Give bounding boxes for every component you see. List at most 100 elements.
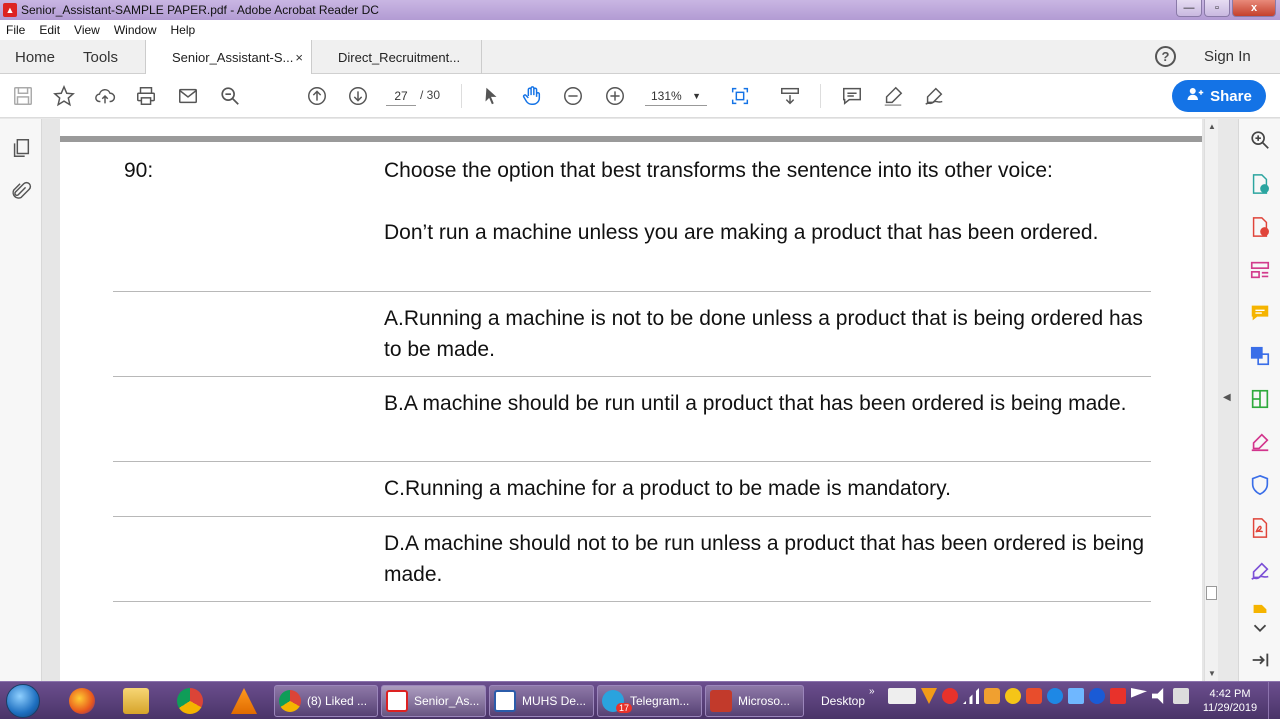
- toolbar-divider: [461, 84, 462, 108]
- vlc-icon[interactable]: [220, 685, 268, 717]
- tray-app-icon[interactable]: [1047, 688, 1063, 704]
- attachment-paperclip-icon[interactable]: [10, 181, 32, 203]
- divider-line: [113, 461, 1151, 462]
- windows-taskbar: (8) Liked ... Senior_As... MUHS De... Te…: [0, 681, 1280, 719]
- print-icon[interactable]: [134, 84, 158, 108]
- more-tools-icon[interactable]: [1249, 603, 1271, 613]
- comment-icon[interactable]: [840, 84, 864, 108]
- chrome-icon[interactable]: [166, 685, 214, 717]
- fill-sign-icon[interactable]: [1249, 431, 1271, 453]
- page-thumbnails-icon[interactable]: [10, 137, 32, 159]
- page-number-input[interactable]: 27: [386, 86, 416, 106]
- tab-home[interactable]: Home: [15, 40, 55, 74]
- system-clock[interactable]: 4:42 PM 11/29/2019: [1200, 687, 1260, 715]
- toolbar-divider: [820, 84, 821, 108]
- next-page-icon[interactable]: [346, 84, 370, 108]
- firefox-icon[interactable]: [58, 685, 106, 717]
- taskbar-microsoft[interactable]: Microso...: [705, 685, 804, 717]
- chevron-down-icon[interactable]: [1249, 617, 1271, 639]
- email-icon[interactable]: [176, 84, 200, 108]
- menu-view[interactable]: View: [74, 23, 100, 37]
- highlight-pen-icon[interactable]: [881, 84, 905, 108]
- scroll-down-icon[interactable]: ▼: [1208, 669, 1216, 678]
- upload-cloud-icon[interactable]: [93, 84, 117, 108]
- sign-in-link[interactable]: Sign In: [1204, 48, 1251, 65]
- zoom-in-icon[interactable]: [603, 84, 627, 108]
- menu-window[interactable]: Window: [114, 23, 157, 37]
- power-icon[interactable]: [1173, 688, 1189, 704]
- network-signal-icon[interactable]: [963, 688, 979, 704]
- antivirus-icon[interactable]: [942, 688, 958, 704]
- scrollbar-thumb[interactable]: [1206, 586, 1217, 600]
- zoom-search-icon[interactable]: [1249, 129, 1271, 151]
- chevron-down-icon: ▼: [692, 91, 701, 101]
- organize-pages-icon[interactable]: [1249, 259, 1271, 281]
- minimize-button[interactable]: —: [1176, 0, 1202, 17]
- menu-file[interactable]: File: [6, 23, 25, 37]
- pen-input-icon[interactable]: [888, 688, 916, 704]
- taskbar-word-label: MUHS De...: [522, 694, 587, 708]
- tray-app-icon[interactable]: [1068, 688, 1084, 704]
- taskbar-word[interactable]: MUHS De...: [489, 685, 594, 717]
- comment-tool-icon[interactable]: [1249, 302, 1271, 324]
- collapse-tools-icon[interactable]: [1249, 649, 1271, 671]
- tray-app-icon[interactable]: [1005, 688, 1021, 704]
- zoom-out-icon[interactable]: [561, 84, 585, 108]
- volume-icon[interactable]: [1152, 688, 1164, 704]
- menu-edit[interactable]: Edit: [39, 23, 60, 37]
- left-navigation-pane: [0, 119, 42, 681]
- tab-document-label: Senior_Assistant-S...: [172, 49, 294, 65]
- tray-app-icon[interactable]: [921, 688, 937, 704]
- fit-page-icon[interactable]: [728, 84, 752, 108]
- toolbar: 27 / 30 131% ▼ Share: [0, 74, 1280, 118]
- taskbar-chrome[interactable]: (8) Liked ...: [274, 685, 378, 717]
- pdf-file-icon[interactable]: [1249, 517, 1271, 539]
- select-cursor-icon[interactable]: [479, 84, 503, 108]
- zoom-level-select[interactable]: 131% ▼: [645, 86, 707, 106]
- combine-files-icon[interactable]: [1249, 345, 1271, 367]
- scroll-up-icon[interactable]: ▲: [1208, 122, 1216, 131]
- search-icon[interactable]: [218, 84, 242, 108]
- previous-page-icon[interactable]: [305, 84, 329, 108]
- share-button[interactable]: Share: [1172, 80, 1266, 112]
- show-desktop-button[interactable]: [1268, 682, 1280, 719]
- tab-document-2[interactable]: Direct_Recruitment...: [312, 40, 482, 74]
- tab-document-active[interactable]: Senior_Assistant-S... ×: [145, 40, 312, 74]
- tray-app-icon[interactable]: [984, 688, 1000, 704]
- save-icon[interactable]: [11, 84, 35, 108]
- tab-tools[interactable]: Tools: [83, 40, 118, 74]
- page-total: / 30: [420, 88, 441, 102]
- taskbar-telegram[interactable]: Telegram... 17: [597, 685, 702, 717]
- clock-date: 11/29/2019: [1202, 702, 1258, 714]
- bookmark-star-icon[interactable]: [52, 84, 76, 108]
- tab-document-2-label: Direct_Recruitment...: [338, 49, 461, 65]
- help-icon[interactable]: ?: [1155, 46, 1176, 67]
- document-viewer[interactable]: 90: Choose the option that best transfor…: [42, 119, 1204, 681]
- protect-shield-icon[interactable]: [1249, 474, 1271, 496]
- tray-app-icon[interactable]: [1026, 688, 1042, 704]
- collapse-right-pane-icon[interactable]: ◀: [1223, 392, 1231, 403]
- vertical-scrollbar[interactable]: ▲ ▼: [1204, 119, 1218, 681]
- taskbar-acrobat[interactable]: Senior_As...: [381, 685, 486, 717]
- telegram-badge: 17: [616, 703, 633, 713]
- bluetooth-icon[interactable]: [1089, 688, 1105, 704]
- file-explorer-icon[interactable]: [112, 685, 160, 717]
- tray-app-icon[interactable]: [1110, 688, 1126, 704]
- chevron-right-icon[interactable]: »: [869, 686, 875, 697]
- create-pdf-icon[interactable]: [1249, 216, 1271, 238]
- page-top-rule: [60, 136, 1202, 142]
- sign-icon[interactable]: [922, 84, 946, 108]
- maximize-button[interactable]: ▫: [1204, 0, 1230, 17]
- pdf-icon: [386, 690, 408, 712]
- hand-tool-icon[interactable]: [520, 84, 544, 108]
- close-button[interactable]: x: [1232, 0, 1276, 17]
- start-button[interactable]: [6, 684, 40, 718]
- export-pdf-icon[interactable]: [1249, 173, 1271, 195]
- scroll-mode-icon[interactable]: [778, 84, 802, 108]
- menu-help[interactable]: Help: [171, 23, 196, 37]
- desktop-toolbar[interactable]: Desktop: [821, 694, 865, 708]
- action-center-flag-icon[interactable]: [1131, 688, 1147, 698]
- edit-pdf-icon[interactable]: [1249, 388, 1271, 410]
- close-tab-icon[interactable]: ×: [295, 50, 303, 65]
- send-for-signature-icon[interactable]: [1249, 560, 1271, 582]
